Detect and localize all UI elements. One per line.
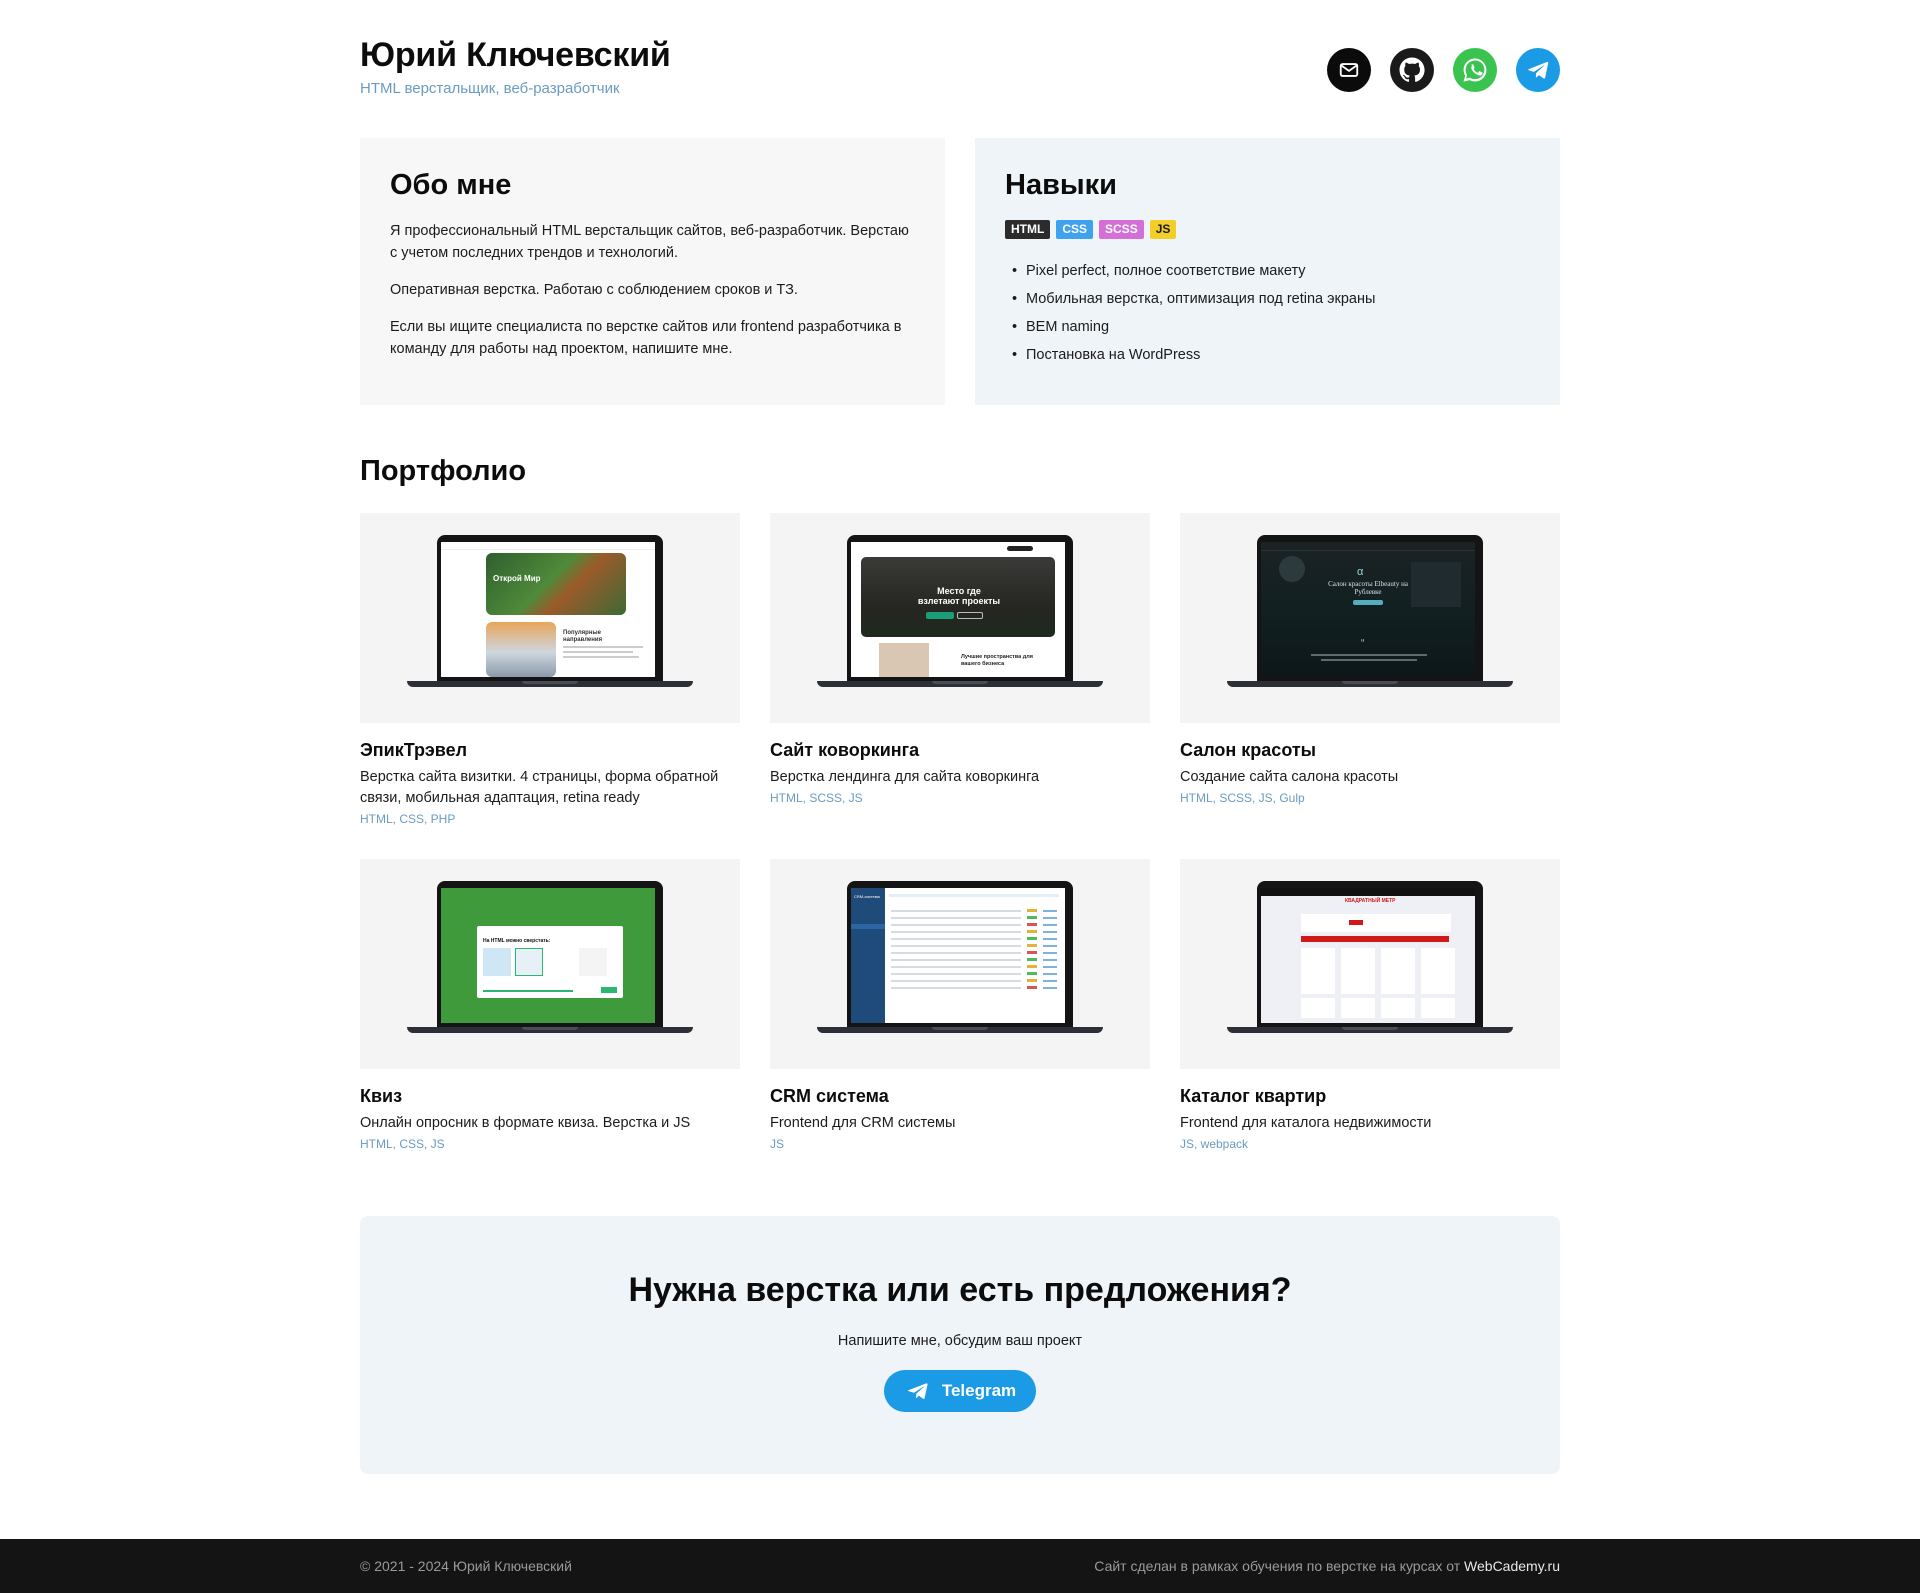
- badge-scss: SCSS: [1099, 220, 1144, 239]
- mail-icon: [1339, 63, 1359, 77]
- about-paragraph: Я профессиональный HTML верстальщик сайт…: [390, 223, 909, 261]
- project-title[interactable]: Каталог квартир: [1180, 1086, 1560, 1107]
- telegram-button-label: Telegram: [941, 1381, 1017, 1400]
- about-paragraph: Если вы ищите специалиста по верстке сай…: [390, 319, 902, 357]
- laptop-mockup: Место где взлетают проекты Лучшие простр…: [817, 535, 1103, 687]
- laptop-mockup: КВАДРАТНЫЙ МЕТР: [1227, 881, 1513, 1033]
- project-preview: Открой Мир Популярные направления: [360, 513, 740, 723]
- project-title[interactable]: Сайт коворкинга: [770, 740, 1150, 761]
- cta-title: Нужна верстка или есть предложения?: [628, 1271, 1292, 1309]
- skill-item: Постановка на WordPress: [1005, 341, 1530, 369]
- author-name: Юрий Ключевский: [360, 36, 671, 74]
- project-description: Онлайн опросник в формате квиза. Верстка…: [360, 1115, 691, 1131]
- intro-cards: Обо мне Я профессиональный HTML версталь…: [360, 138, 1560, 405]
- project-description: Создание сайта салона красоты: [1180, 769, 1399, 785]
- skill-item: Мобильная верстка, оптимизация под retin…: [1005, 285, 1530, 313]
- about-paragraph: Оперативная верстка. Работаю с соблюдени…: [390, 282, 798, 298]
- contact-cta: Нужна верстка или есть предложения? Напи…: [360, 1216, 1560, 1474]
- webcademy-link[interactable]: WebCademy.ru: [1464, 1558, 1560, 1574]
- skills-title: Навыки: [1005, 169, 1118, 201]
- whatsapp-icon: [1453, 48, 1497, 92]
- site-footer: © 2021 - 2024 Юрий Ключевский Сайт сдела…: [0, 1539, 1920, 1593]
- project-tags: JS: [770, 1137, 785, 1151]
- project-tags: JS, webpack: [1180, 1137, 1249, 1151]
- footer-note-text: Сайт сделан в рамках обучения по верстке…: [1094, 1558, 1465, 1574]
- portfolio-item[interactable]: КВАДРАТНЫЙ МЕТР Каталог квартир Frontend…: [1180, 859, 1560, 1205]
- cta-subtitle: Напишите мне, обсудим ваш проект: [837, 1333, 1083, 1349]
- badge-css: CSS: [1056, 220, 1094, 239]
- telegram-icon: [1528, 61, 1549, 79]
- skill-badges: HTML CSS SCSS JS: [1005, 220, 1530, 239]
- screen-question-text: На HTML можно сверстать:: [483, 938, 551, 944]
- project-preview: CRM-система: [770, 859, 1150, 1069]
- screen-section-text: Популярные направления: [563, 630, 603, 643]
- screen-hero-text: Открой Мир: [493, 574, 541, 583]
- project-preview: Место где взлетают проекты Лучшие простр…: [770, 513, 1150, 723]
- laptop-mockup: На HTML можно сверстать:: [407, 881, 693, 1033]
- portfolio-grid: Открой Мир Популярные направления ЭпикТр…: [360, 513, 1560, 1205]
- github-icon: [1390, 48, 1434, 92]
- about-title: Обо мне: [390, 169, 512, 201]
- portfolio-item[interactable]: Открой Мир Популярные направления ЭпикТр…: [360, 513, 740, 859]
- social-links: [1327, 48, 1560, 92]
- about-card: Обо мне Я профессиональный HTML версталь…: [360, 138, 945, 405]
- project-title[interactable]: ЭпикТрэвел: [360, 740, 740, 761]
- telegram-link[interactable]: [1516, 48, 1560, 92]
- project-description: Frontend для CRM системы: [770, 1115, 956, 1131]
- project-preview: α Салон красоты Elbeauty на Рублевке “: [1180, 513, 1560, 723]
- badge-html: HTML: [1005, 220, 1051, 239]
- project-preview: На HTML можно сверстать:: [360, 859, 740, 1069]
- mail-link[interactable]: [1327, 48, 1371, 92]
- project-tags: HTML, SCSS, JS, Gulp: [1180, 791, 1305, 805]
- portfolio-title: Портфолио: [360, 455, 527, 487]
- footer-note: Сайт сделан в рамках обучения по верстке…: [1094, 1558, 1560, 1574]
- laptop-mockup: α Салон красоты Elbeauty на Рублевке “: [1227, 535, 1513, 687]
- portfolio-item[interactable]: α Салон красоты Elbeauty на Рублевке “ С…: [1180, 513, 1560, 859]
- author-role: HTML верстальщик, веб-разработчик: [360, 80, 620, 97]
- screen-hero-text: Салон красоты Elbeauty на Рублевке: [1328, 580, 1408, 596]
- project-title[interactable]: CRM система: [770, 1086, 1150, 1107]
- project-description: Frontend для каталога недвижимости: [1180, 1115, 1432, 1131]
- project-title[interactable]: Салон красоты: [1180, 740, 1560, 761]
- footer-copyright: © 2021 - 2024 Юрий Ключевский: [360, 1558, 572, 1574]
- laptop-mockup: Открой Мир Популярные направления: [407, 535, 693, 687]
- project-preview: КВАДРАТНЫЙ МЕТР: [1180, 859, 1560, 1069]
- badge-js: JS: [1149, 220, 1177, 239]
- screen-section-text: Лучшие пространства для вашего бизнеса: [961, 654, 1033, 667]
- skill-item: BEM naming: [1005, 313, 1530, 341]
- project-title[interactable]: Квиз: [360, 1086, 740, 1107]
- skill-list: Pixel perfect, полное соответствие макет…: [1005, 257, 1530, 369]
- laptop-mockup: CRM-система: [817, 881, 1103, 1033]
- telegram-icon: [907, 1383, 928, 1399]
- portfolio-item[interactable]: На HTML можно сверстать: Квиз Онлайн опр…: [360, 859, 740, 1205]
- site-header: Юрий Ключевский HTML верстальщик, веб-ра…: [360, 0, 1560, 138]
- project-tags: HTML, CSS, PHP: [360, 812, 456, 826]
- screen-hero-text: Место где взлетают проекты: [917, 586, 1001, 606]
- project-description: Верстка сайта визитки. 4 страницы, форма…: [360, 769, 719, 806]
- skill-item: Pixel perfect, полное соответствие макет…: [1005, 257, 1530, 285]
- project-tags: HTML, SCSS, JS: [770, 791, 863, 805]
- screen-brand-text: КВАДРАТНЫЙ МЕТР: [1345, 898, 1396, 904]
- whatsapp-link[interactable]: [1453, 48, 1497, 92]
- telegram-button[interactable]: Telegram: [883, 1370, 1037, 1412]
- portfolio-item[interactable]: Место где взлетают проекты Лучшие простр…: [770, 513, 1150, 859]
- github-link[interactable]: [1390, 48, 1434, 92]
- project-description: Верстка лендинга для сайта коворкинга: [770, 769, 1040, 785]
- project-tags: HTML, CSS, JS: [360, 1137, 445, 1151]
- skills-card: Навыки HTML CSS SCSS JS Pixel perfect, п…: [975, 138, 1560, 405]
- screen-app-title: CRM-система: [854, 894, 880, 899]
- portfolio-item[interactable]: CRM-система CRM система Frontend для CRM…: [770, 859, 1150, 1205]
